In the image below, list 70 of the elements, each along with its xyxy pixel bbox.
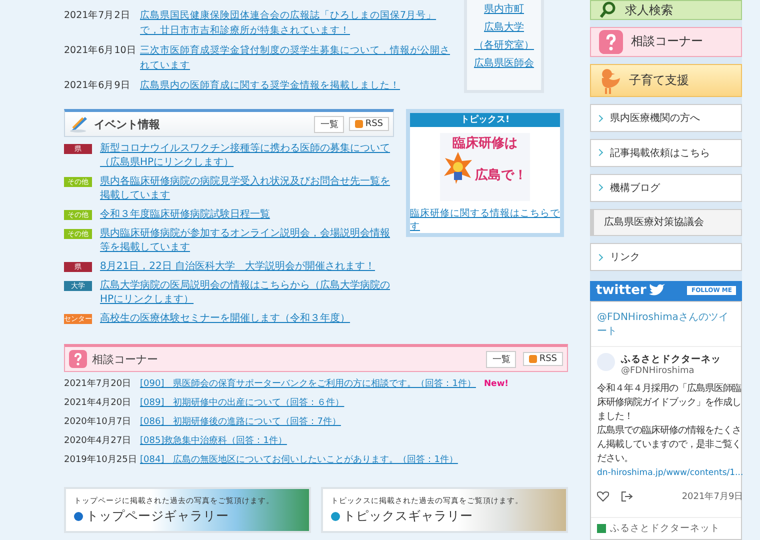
tweet-text: 広島県での臨床研修の情報をたくさん掲載していますので，是非ご覧ください。: [597, 424, 742, 466]
consult-link[interactable]: [090] 県医師会の保育サポーターバンクをご利用の方に相談です。（回答：1件）: [140, 377, 476, 391]
rss-button[interactable]: RSS: [523, 352, 563, 366]
share-icon[interactable]: [621, 490, 633, 502]
consult-date: 2021年4月20日: [64, 396, 132, 410]
consult-link[interactable]: [086] 初期研修後の進路について（回答：7件）: [140, 415, 341, 429]
topics-banner[interactable]: 臨床研修は 広島で！: [440, 133, 530, 201]
mascot-drawing: [443, 152, 473, 184]
account-name: ふるさとドクターネット: [610, 522, 720, 535]
links-panel-link[interactable]: 広島県医師会: [474, 56, 534, 70]
event-link[interactable]: 新型コロナウイルスワクチン接種等に携わる医師の募集について（広島県HPにリンクします）: [100, 142, 394, 170]
new-label: New!: [484, 378, 509, 391]
event-link[interactable]: 広島大学病院の医局説明会の情報はこちらから（広島大学病院のHPにリンクします）: [100, 279, 394, 307]
consult-link[interactable]: [089] 初期研修中の出産について（回答：６件）: [140, 396, 344, 410]
links-panel-link[interactable]: 広島大学: [484, 20, 524, 34]
avatar-icon: [597, 524, 606, 533]
consult-link[interactable]: [084] 広島の無医地区についてお伺いしたいことがあります。（回答：1件）: [140, 453, 458, 467]
twitter-logo: twitter: [596, 283, 646, 298]
consult-date: 2019年10月25日: [64, 454, 138, 467]
section-title: 相談コーナー: [92, 352, 159, 366]
links-panel-link[interactable]: （各研究室）: [474, 38, 534, 52]
question-icon: [599, 30, 623, 54]
heart-icon[interactable]: [597, 490, 609, 502]
widget-heading: @FDNHiroshimaさんのツイート: [591, 302, 741, 347]
banner-text: 広島で！: [475, 167, 527, 184]
gallery-title: トップページギャラリー: [86, 508, 229, 524]
news-link[interactable]: 三次市医師育成奨学金貸付制度の奨学生募集について，情報が公開されています: [140, 43, 454, 73]
rss-button[interactable]: RSS: [349, 117, 389, 131]
event-link[interactable]: 県内臨床研修病院が参加するオンライン説明会，会場説明会情報等を掲載しています: [100, 227, 394, 255]
list-button[interactable]: 一覧: [314, 116, 344, 132]
news-link[interactable]: 広島県国民健康保険団体連合会の広報誌「ひろしまの国保7月号」で，廿日市市吉和診療所が特集されています！: [140, 8, 454, 38]
news-link[interactable]: 広島県内の医師育成に関する奨学金情報を掲載しました！: [140, 78, 400, 93]
sidebar-button[interactable]: 相談コーナー: [590, 27, 742, 57]
sidebar-button[interactable]: 子育て支援: [590, 64, 742, 98]
tweet-link[interactable]: dn-hiroshima.jp/www/contents/1...: [597, 466, 744, 480]
sidebar-link[interactable]: 記事掲載依頼はこちら: [590, 139, 742, 167]
tweet-text: 令和４年４月採用の「広島県医師臨床研修病院ガイドブック」を作成しました！: [597, 382, 742, 424]
sidebar-link[interactable]: 県内医療機関の方へ: [590, 104, 742, 132]
topics-link[interactable]: 臨床研修に関する情報はこちらです: [410, 207, 560, 233]
gallery-title: トピックスギャラリー: [343, 508, 473, 524]
links-panel-link[interactable]: 県内市町: [484, 2, 524, 16]
event-link[interactable]: 県内各臨床研修病院の病院見学受入れ状況及びお問合せ先一覧を掲載しています: [100, 175, 394, 203]
consult-date: 2020年10月7日: [64, 416, 132, 429]
search-icon: [599, 1, 617, 19]
news-date: 2021年6月9日: [64, 79, 132, 93]
rss-icon: [529, 355, 538, 363]
consult-date: 2020年4月27日: [64, 434, 132, 448]
bird-icon: [649, 284, 666, 298]
rss-icon: [355, 120, 364, 128]
question-icon: [69, 350, 87, 368]
bird-icon: [599, 68, 621, 94]
event-link[interactable]: 8月21日，22日 自治医科大学 大学説明会が開催されます！: [100, 260, 375, 274]
consult-link[interactable]: [085]救急集中治療科（回答：1件）: [140, 434, 287, 448]
sidebar-link[interactable]: 広島県医療対策協議会: [590, 208, 742, 236]
consult-date: 2021年7月20日: [64, 378, 132, 391]
sidebar-button[interactable]: 求人検索: [590, 0, 742, 20]
banner-text: 臨床研修は: [452, 135, 518, 152]
list-button[interactable]: 一覧: [486, 350, 516, 368]
sidebar-link[interactable]: 機構ブログ: [590, 174, 742, 202]
news-date: 2021年6月10日: [64, 44, 138, 58]
account-name: ふるさとドクターネッ: [621, 352, 721, 366]
event-link[interactable]: 高校生の医療体験セミナーを開催します（令和３年度）: [100, 312, 350, 326]
tweet-date: 2021年7月9日: [682, 490, 744, 503]
event-link[interactable]: 令和３年度臨床研修病院試験日程一覧: [100, 208, 270, 222]
section-title: イベント情報: [94, 116, 161, 132]
pen-icon: [69, 115, 89, 133]
news-date: 2021年7月2日: [64, 9, 132, 23]
sidebar-link[interactable]: リンク: [590, 243, 742, 271]
topics-title: トピックス!: [410, 113, 560, 127]
account-handle: @FDNHiroshima: [621, 366, 696, 376]
